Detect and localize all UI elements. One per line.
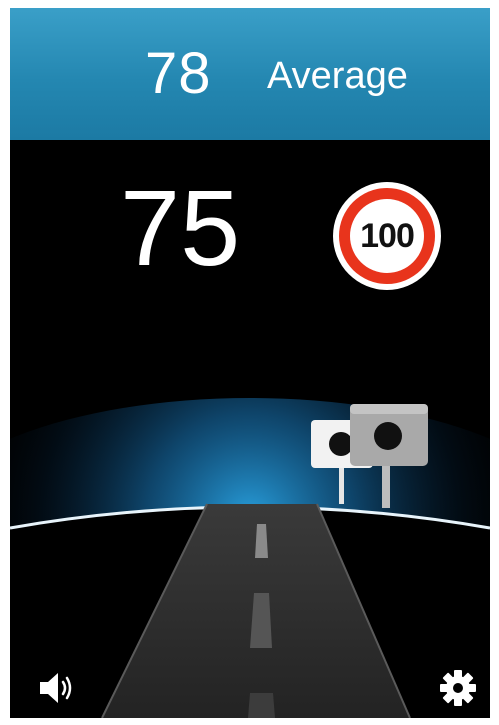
gear-icon <box>440 670 476 706</box>
speed-limit-value: 100 <box>360 217 415 255</box>
volume-button[interactable] <box>36 666 80 710</box>
current-speed: 75 <box>120 167 241 288</box>
speaker-volume-icon <box>40 673 72 703</box>
speed-camera-screen: 78 Average 75 100 <box>10 8 490 718</box>
settings-button[interactable] <box>438 668 482 712</box>
road-dash <box>255 524 268 558</box>
road-dash <box>248 693 275 718</box>
road-scene <box>10 182 490 718</box>
